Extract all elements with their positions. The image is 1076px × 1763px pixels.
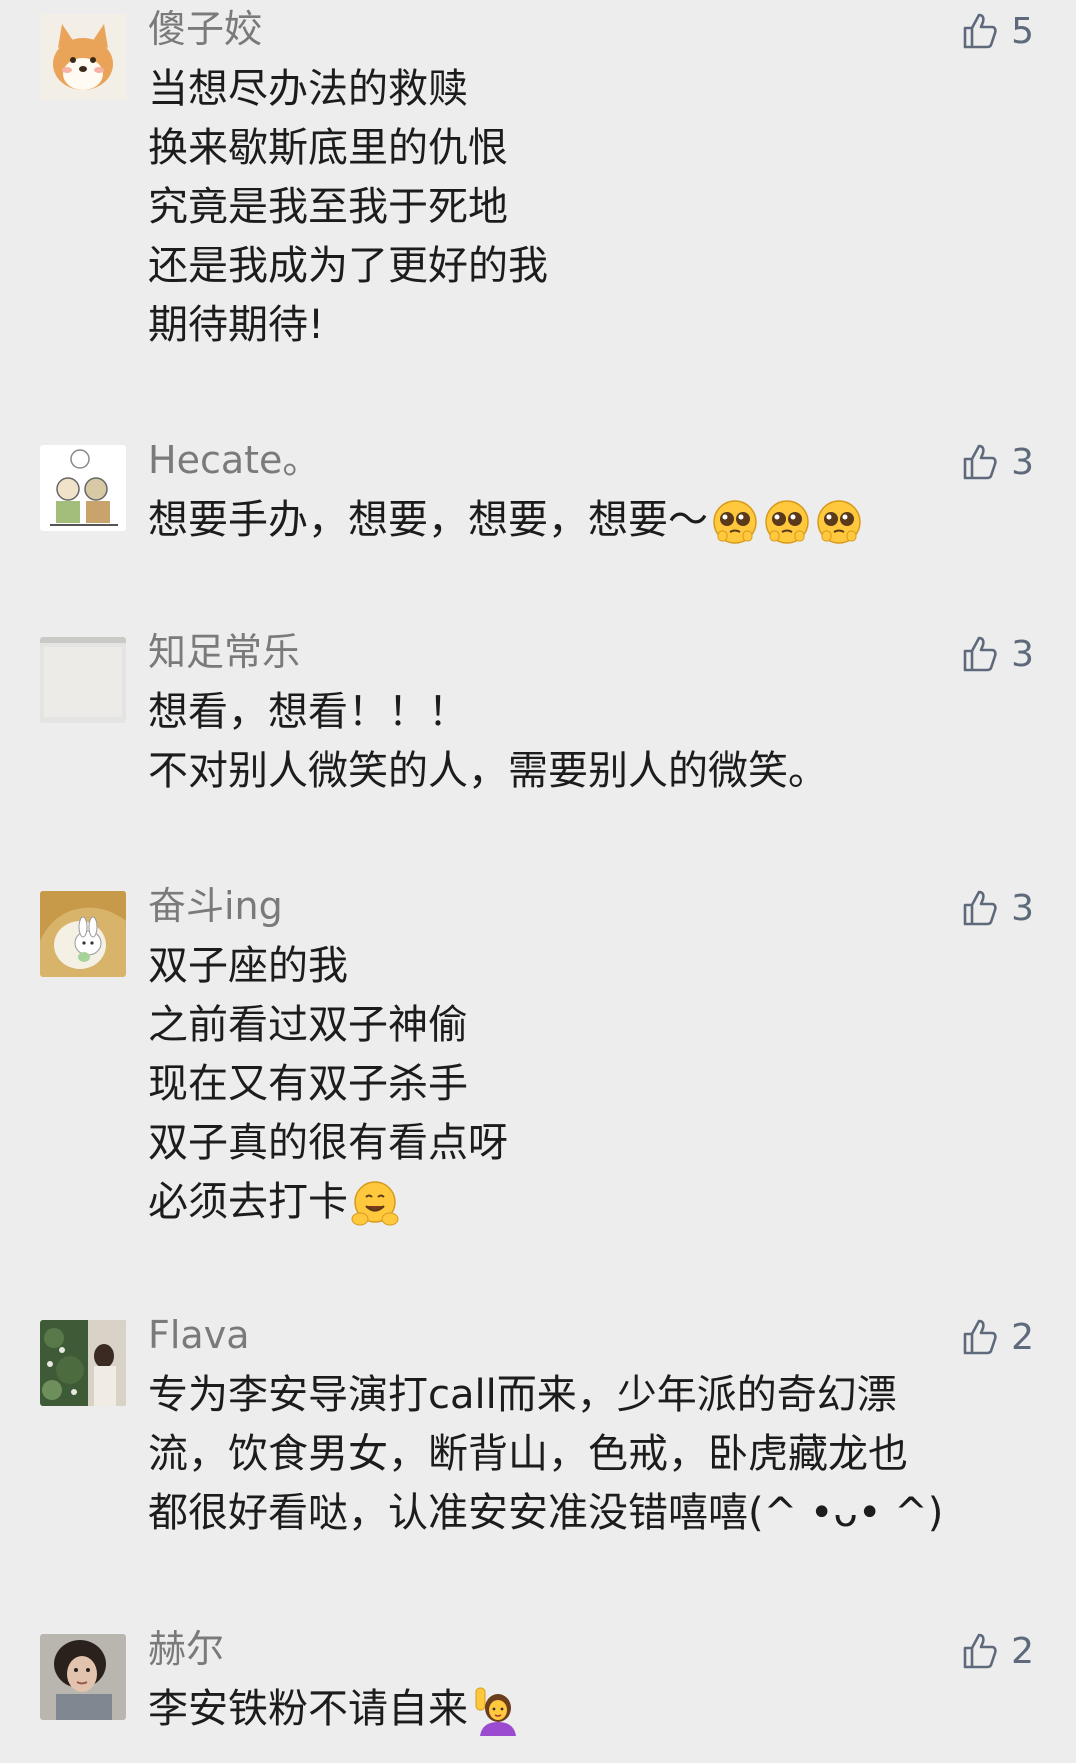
like-count: 3 xyxy=(1011,633,1034,675)
like-button[interactable]: 3 xyxy=(959,439,1034,485)
person-raising-hand-emoji xyxy=(470,1686,520,1736)
comment-author-name[interactable]: Flava xyxy=(148,1312,249,1358)
comment-text-line: 想要手办，想要，想要，想要～ xyxy=(148,491,1028,550)
like-count: 3 xyxy=(1011,887,1034,929)
avatar[interactable] xyxy=(40,891,126,977)
comment-text-line: 不对别人微笑的人，需要别人的微笑。 xyxy=(148,748,828,794)
avatar[interactable] xyxy=(40,1320,126,1406)
comment-author-name[interactable]: 知足常乐 xyxy=(148,629,300,675)
thumbs-up-icon xyxy=(959,633,1001,675)
comment-body: 专为李安导演打call而来，少年派的奇幻漂 流，饮食男女，断背山，色戒，卧虎藏龙… xyxy=(148,1366,1028,1543)
comment-text-line: 想看，想看！！！ xyxy=(148,689,468,735)
hugging-face-emoji xyxy=(350,1179,400,1229)
comment-text-line: 换来歇斯底里的仇恨 xyxy=(148,125,508,171)
comment-text-line: 专为李安导演打call而来，少年派的奇幻漂 xyxy=(148,1372,897,1418)
thumbs-up-icon xyxy=(959,1630,1001,1672)
avatar[interactable] xyxy=(40,445,126,531)
thumbs-up-icon xyxy=(959,887,1001,929)
comment-author-name[interactable]: Hecate。 xyxy=(148,437,320,483)
comment-text-line: 双子真的很有看点呀 xyxy=(148,1120,508,1166)
comment-text-line: 必须去打卡 xyxy=(148,1173,1028,1232)
comment-text: 李安铁粉不请自来 xyxy=(148,1686,468,1732)
thumbs-up-icon xyxy=(959,441,1001,483)
like-count: 3 xyxy=(1011,441,1034,483)
pleading-face-emoji xyxy=(710,497,760,547)
thumbs-up-icon xyxy=(959,1316,1001,1358)
like-count: 2 xyxy=(1011,1630,1034,1672)
like-button[interactable]: 2 xyxy=(959,1314,1034,1360)
avatar[interactable] xyxy=(40,637,126,723)
comment-author-name[interactable]: 傻子姣 xyxy=(148,6,262,52)
like-button[interactable]: 3 xyxy=(959,631,1034,677)
comment-body: 当想尽办法的救赎 换来歇斯底里的仇恨 究竟是我至我于死地 还是我成为了更好的我 … xyxy=(148,60,1028,355)
comment-text-line: 还是我成为了更好的我 xyxy=(148,243,548,289)
comment-body: 想看，想看！！！ 不对别人微笑的人，需要别人的微笑。 xyxy=(148,683,1028,801)
comment-text-line: 流，饮食男女，断背山，色戒，卧虎藏龙也 xyxy=(148,1431,908,1477)
avatar[interactable] xyxy=(40,14,126,100)
pleading-face-emoji xyxy=(762,497,812,547)
comment-body: 李安铁粉不请自来 xyxy=(148,1680,1028,1739)
like-count: 5 xyxy=(1011,10,1034,52)
comment-text-line: 李安铁粉不请自来 xyxy=(148,1680,1028,1739)
comment-text-line: 之前看过双子神偷 xyxy=(148,1002,468,1048)
like-button[interactable]: 5 xyxy=(959,8,1034,54)
comment-text: 必须去打卡 xyxy=(148,1179,348,1225)
comment-body: 双子座的我 之前看过双子神偷 现在又有双子杀手 双子真的很有看点呀 必须去打卡 xyxy=(148,937,1028,1232)
like-button[interactable]: 2 xyxy=(959,1628,1034,1674)
like-count: 2 xyxy=(1011,1316,1034,1358)
comment-author-name[interactable]: 奋斗ing xyxy=(148,883,283,929)
comment-author-name[interactable]: 赫尔 xyxy=(148,1626,224,1672)
thumbs-up-icon xyxy=(959,10,1001,52)
like-button[interactable]: 3 xyxy=(959,885,1034,931)
comment-text-line: 究竟是我至我于死地 xyxy=(148,184,508,230)
pleading-face-emoji xyxy=(814,497,864,547)
comment-body: 想要手办，想要，想要，想要～ xyxy=(148,491,1028,550)
comment-text-line: 双子座的我 xyxy=(148,943,348,989)
comment-text: 想要手办，想要，想要，想要～ xyxy=(148,497,708,543)
comment-text-line: 期待期待! xyxy=(148,302,325,348)
comment-text-line: 现在又有双子杀手 xyxy=(148,1061,468,1107)
avatar[interactable] xyxy=(40,1634,126,1720)
comment-text-line: 当想尽办法的救赎 xyxy=(148,66,468,112)
comment-text-line: 都很好看哒，认准安安准没错嘻嘻(^ •ᴗ• ^) xyxy=(148,1490,944,1536)
